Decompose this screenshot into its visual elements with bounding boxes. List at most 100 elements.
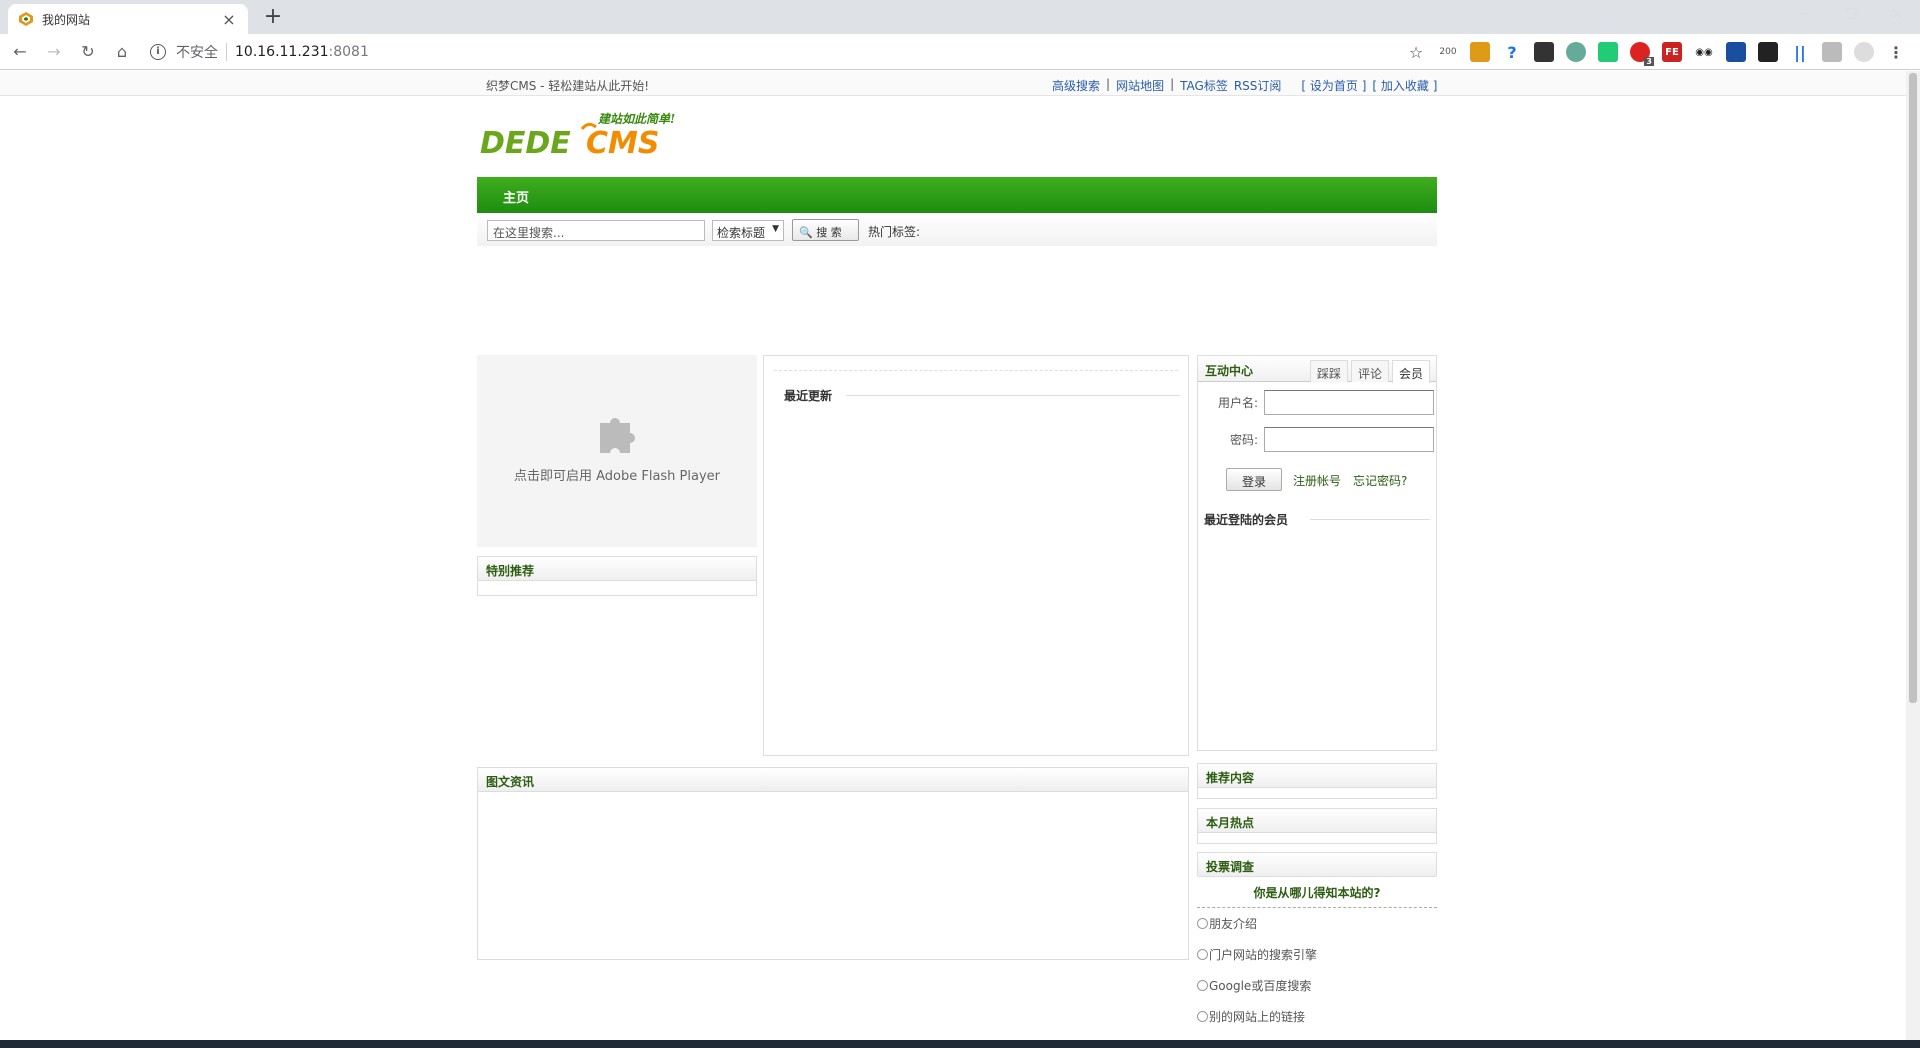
reload-icon[interactable]: ↻	[74, 38, 102, 66]
search-button-label: 搜 索	[816, 226, 842, 239]
new-tab-button[interactable]: +	[260, 6, 286, 28]
search-type-value: 检索标题	[717, 226, 766, 240]
flash-message: 点击即可启用 Adobe Flash Player	[513, 469, 721, 484]
search-icon: 🔍	[799, 226, 813, 239]
password-field[interactable]	[1264, 427, 1434, 452]
picture-news-box: 图文资讯	[477, 767, 1189, 960]
tab-title: 我的网站	[42, 12, 91, 27]
calendar-extension-icon[interactable]	[1726, 42, 1746, 62]
radio-icon[interactable]	[1197, 949, 1208, 960]
advanced-search-link[interactable]: 高级搜索	[1052, 77, 1100, 94]
security-label: 不安全	[176, 44, 218, 61]
extension-200-badge[interactable]: 200	[1438, 42, 1458, 62]
special-recommend-box: 特别推荐	[477, 556, 757, 596]
tab-cai[interactable]: 踩踩	[1310, 360, 1349, 382]
password-label: 密码:	[1229, 433, 1258, 447]
back-icon[interactable]: ←	[6, 38, 34, 66]
hot-tags-label: 热门标签:	[868, 225, 921, 239]
interaction-center-title: 互动中心	[1205, 364, 1254, 378]
poll-form: 你是从哪儿得知本站的? 朋友介绍 门户网站的搜索引擎 Google或百度搜索 别…	[1197, 876, 1437, 1032]
poll-option[interactable]: 朋友介绍	[1197, 908, 1437, 939]
radio-icon[interactable]	[1197, 980, 1208, 991]
login-button[interactable]: 登录	[1226, 468, 1282, 491]
nav-home-link[interactable]: 主页	[503, 187, 529, 206]
restore-icon[interactable]: ❐	[1828, 0, 1874, 30]
bars-extension-icon[interactable]: ||	[1790, 42, 1810, 62]
search-button[interactable]: 🔍 搜 索	[792, 219, 859, 241]
address-bar: ← → ↻ ⌂ i 不安全 10.16.11.231 :8081 ☆ 200 ?…	[0, 34, 1920, 70]
poll-option[interactable]: Google或百度搜索	[1197, 970, 1437, 1001]
url-field[interactable]: i 不安全 10.16.11.231 :8081	[150, 38, 369, 66]
extensions-area: ☆ 200 ? 3 FE ◉◉ || ⋮	[1394, 39, 1906, 66]
forward-icon[interactable]: →	[40, 38, 68, 66]
recommended-box: 推荐内容	[1197, 763, 1437, 799]
menu-icon[interactable]: ⋮	[1886, 42, 1906, 62]
top-line: 织梦CMS - 轻松建站从此开始! 高级搜索 | 网站地图 | TAG标签 RS…	[0, 71, 1906, 96]
dropdown-arrow-icon: ▼	[772, 224, 779, 234]
main-nav: 主页	[477, 177, 1437, 213]
rss-link[interactable]: RSS订阅	[1234, 77, 1282, 94]
minimize-icon[interactable]: ─	[1782, 0, 1828, 30]
recommended-title: 推荐内容	[1198, 764, 1436, 788]
os-taskbar	[0, 1040, 1920, 1048]
monthly-hot-title: 本月热点	[1198, 809, 1436, 833]
set-home-link[interactable]: [ 设为首页 ]	[1301, 77, 1366, 94]
profile-avatar-icon[interactable]	[1854, 42, 1874, 62]
poll-option-label: 朋友介绍	[1209, 917, 1258, 931]
fe-extension-icon[interactable]: FE	[1662, 42, 1682, 62]
tab-comments[interactable]: 评论	[1351, 360, 1390, 382]
info-icon[interactable]: i	[150, 43, 166, 60]
red-extension-icon[interactable]: 3	[1630, 42, 1654, 66]
special-recommend-title: 特别推荐	[478, 557, 756, 581]
tag-link[interactable]: TAG标签	[1180, 77, 1228, 94]
close-tab-icon[interactable]: ×	[220, 10, 238, 29]
browser-tab[interactable]: 我的网站 ×	[8, 4, 248, 34]
green-circle-extension-icon[interactable]	[1566, 42, 1586, 62]
poll-option[interactable]: 门户网站的搜索引擎	[1197, 939, 1437, 970]
url-host: 10.16.11.231	[235, 43, 329, 60]
forgot-password-link[interactable]: 忘记密码?	[1353, 472, 1407, 489]
tab-members[interactable]: 会员	[1392, 360, 1431, 383]
web-page: 织梦CMS - 轻松建站从此开始! 高级搜索 | 网站地图 | TAG标签 RS…	[0, 71, 1906, 1040]
username-row: 用户名:	[1198, 390, 1438, 420]
link-separator: |	[1170, 77, 1175, 91]
sitemap-link[interactable]: 网站地图	[1116, 77, 1164, 94]
picture-news-title: 图文资讯	[478, 768, 1188, 792]
poll-option[interactable]: 别的网站上的链接	[1197, 1001, 1437, 1032]
poll-option-label: 门户网站的搜索引擎	[1209, 948, 1318, 962]
scrollbar-thumb[interactable]	[1909, 73, 1917, 703]
password-row: 密码:	[1198, 427, 1438, 457]
radio-icon[interactable]	[1197, 918, 1208, 929]
site-slogan: 织梦CMS - 轻松建站从此开始!	[486, 79, 650, 93]
page-scrollbar[interactable]	[1906, 71, 1920, 1040]
logo-text: DEDE	[480, 126, 571, 161]
recent-members-title: 最近登陆的会员	[1204, 513, 1289, 527]
close-window-icon[interactable]: ✕	[1874, 0, 1920, 30]
laptop-extension-icon[interactable]	[1534, 42, 1554, 62]
flash-placeholder[interactable]: 点击即可启用 Adobe Flash Player	[477, 355, 757, 547]
url-port: :8081	[328, 43, 369, 60]
poll-box: 投票调查	[1197, 852, 1437, 877]
glasses-extension-icon[interactable]: ◉◉	[1694, 42, 1714, 62]
username-field[interactable]	[1264, 390, 1434, 415]
add-bookmark-link[interactable]: [ 加入收藏 ]	[1372, 77, 1437, 94]
logo-tagline: 建站如此简单!	[597, 112, 675, 126]
help-icon[interactable]: ?	[1502, 42, 1522, 62]
dark-extension-icon[interactable]	[1758, 42, 1778, 62]
username-label: 用户名:	[1217, 396, 1258, 410]
search-bar: 在这里搜索... 检索标题 ▼ 🔍 搜 索 热门标签:	[477, 213, 1437, 246]
search-type-select[interactable]: 检索标题 ▼	[712, 220, 784, 241]
bookmark-star-icon[interactable]: ☆	[1406, 42, 1426, 62]
register-link[interactable]: 注册帐号	[1293, 472, 1341, 489]
colorful-extension-icon[interactable]	[1598, 42, 1618, 62]
gray-extension-icon[interactable]	[1822, 42, 1842, 62]
dedecms-logo[interactable]: 建站如此简单! DEDE CMS	[478, 107, 693, 162]
search-input[interactable]: 在这里搜索...	[487, 220, 705, 241]
divider	[846, 395, 1180, 396]
home-icon[interactable]: ⌂	[108, 38, 136, 66]
url-divider	[226, 42, 227, 61]
extension-count-badge: 3	[1644, 57, 1654, 66]
interaction-center-box: 互动中心 踩踩 评论 会员 用户名: 密码: 登录 注册帐号 忘记密码? 最近登…	[1197, 355, 1437, 751]
radio-icon[interactable]	[1197, 1011, 1208, 1022]
dedecms-extension-icon[interactable]	[1470, 42, 1490, 62]
